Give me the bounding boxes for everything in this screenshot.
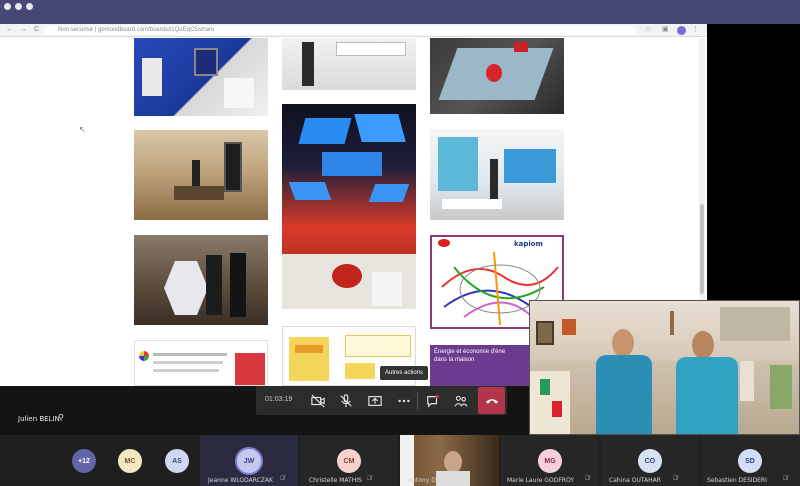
mic-off-icon[interactable] (335, 391, 357, 411)
overflow-participants-badge[interactable]: +12 (72, 449, 96, 473)
mic-off-icon: 🎙̸ (673, 476, 678, 482)
hang-up-button[interactable] (478, 387, 505, 414)
participants-icon[interactable] (450, 391, 472, 411)
mic-off-icon: 🎙̸ (367, 476, 372, 482)
participant-initials: AS (172, 457, 182, 465)
browser-scrollbar-thumb[interactable] (700, 204, 704, 294)
browser-menu-icon[interactable]: ⋮ (692, 26, 699, 34)
participant-avatar: CM (337, 449, 361, 473)
hang-up-icon (485, 398, 498, 404)
moodboard-image[interactable] (430, 129, 564, 220)
mouse-cursor-icon: ↖ (79, 125, 86, 134)
participant-name: Cahina OUTAHAR (609, 477, 661, 484)
participant-avatar: MG (538, 449, 562, 473)
back-icon[interactable]: ← (6, 26, 13, 34)
window-dot-icon[interactable] (26, 3, 33, 10)
camera-off-icon[interactable] (307, 391, 329, 411)
participant-initials: JW (243, 457, 255, 465)
forward-icon[interactable]: → (20, 26, 27, 34)
energy-card-title: Énergie et économie d'éne (434, 349, 506, 355)
moodboard-image[interactable] (430, 38, 564, 114)
browser-address-bar: ← → C Non sécurisé | gomoodboard.com/boa… (0, 24, 707, 37)
call-controls-bar: 01:03:19 (256, 386, 507, 415)
moodboard-image[interactable] (134, 130, 268, 220)
participant-initials: MG (544, 457, 556, 465)
participant-name: Sebastien DESIDERI (707, 477, 767, 484)
empty-stage-area (707, 24, 800, 300)
star-icon[interactable]: ☆ (645, 26, 651, 34)
extension-icon[interactable]: ▣ (662, 26, 669, 34)
controls-divider (417, 392, 418, 410)
pin-icon[interactable]: ⚲ (58, 413, 64, 422)
chat-icon[interactable] (422, 391, 444, 411)
share-screen-icon[interactable] (364, 391, 386, 411)
participant-name: Jeanne WLODARCZAK (208, 477, 273, 484)
window-dot-icon[interactable] (4, 3, 11, 10)
moodboard-image[interactable] (134, 38, 268, 116)
participant-name: Antony DAUZET (408, 477, 456, 484)
moodboard-document-image[interactable] (134, 340, 268, 386)
participant-initials: CM (343, 457, 355, 465)
participant-avatar[interactable]: MC (118, 449, 142, 473)
participant-avatar: SD (738, 449, 762, 473)
window-titlebar (0, 0, 800, 24)
participant-avatar: CO (638, 449, 662, 473)
moodboard-image[interactable] (282, 38, 416, 90)
browser-profile-avatar[interactable] (677, 26, 686, 35)
mic-off-icon: 🎙̸ (280, 476, 285, 482)
participant-name: Marie Laure GODFROY (507, 477, 575, 484)
call-timer: 01:03:19 (265, 396, 293, 403)
mic-off-icon: 🎙̸ (783, 476, 788, 482)
more-actions-icon[interactable] (393, 391, 415, 411)
moodboard-image[interactable] (282, 104, 416, 309)
participant-name: Christelle MATHIS (309, 477, 362, 484)
mic-off-icon: 🎙̸ (462, 476, 467, 482)
energy-card-subtitle: dans la maison (434, 357, 475, 363)
participant-video[interactable] (529, 300, 800, 435)
energy-card[interactable]: Énergie et économie d'éne dans la maison (430, 345, 535, 386)
more-actions-tooltip: Autres actions (380, 366, 428, 380)
participant-avatar: JW (235, 447, 263, 475)
participant-initials: MC (124, 457, 136, 465)
mic-off-icon: 🎙̸ (585, 476, 590, 482)
reload-icon[interactable]: C (34, 26, 39, 34)
participant-initials: SD (745, 457, 755, 465)
window-dot-icon[interactable] (15, 3, 22, 10)
moodboard-image[interactable] (134, 235, 268, 325)
participant-avatar[interactable]: AS (165, 449, 189, 473)
participant-initials: CO (644, 457, 656, 465)
browser-url[interactable]: Non sécurisé | gomoodboard.com/boards/t1… (58, 27, 214, 34)
teams-meeting-window: ← → C Non sécurisé | gomoodboard.com/boa… (0, 0, 800, 486)
presenter-name: Julien BELIN (18, 415, 60, 423)
overflow-count: +12 (78, 457, 90, 465)
